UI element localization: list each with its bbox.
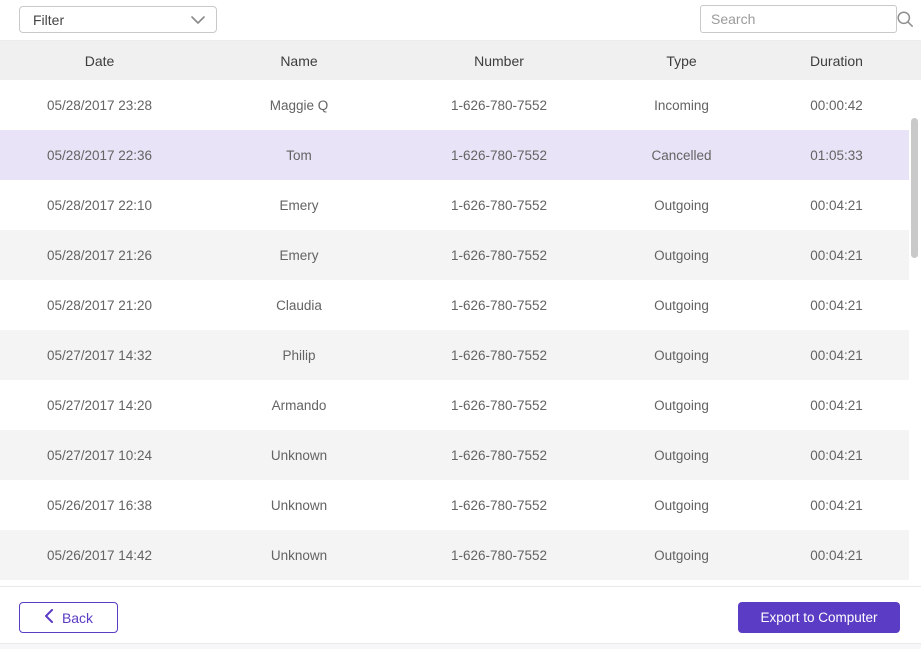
cell-date: 05/28/2017 23:28 bbox=[46, 97, 153, 113]
cell-date: 05/28/2017 21:20 bbox=[46, 297, 153, 313]
cell-duration: 00:04:21 bbox=[810, 297, 863, 313]
table-row[interactable]: 05/27/2017 14:20 Armando 1-626-780-7552 … bbox=[0, 380, 909, 430]
cell-type: Cancelled bbox=[651, 147, 712, 163]
cell-type: Outgoing bbox=[654, 247, 709, 263]
table-row[interactable]: 05/26/2017 16:38 Unknown 1-626-780-7552 … bbox=[0, 480, 909, 530]
column-header-name: Name bbox=[280, 52, 318, 69]
column-header-date: Date bbox=[84, 52, 115, 69]
cell-number: 1-626-780-7552 bbox=[450, 347, 548, 363]
filter-dropdown-label: Filter bbox=[33, 11, 65, 28]
cell-date: 05/26/2017 14:42 bbox=[46, 547, 153, 563]
cell-type: Outgoing bbox=[654, 447, 709, 463]
cell-duration: 00:04:21 bbox=[810, 397, 863, 413]
table-row[interactable]: 05/28/2017 22:36 Tom 1-626-780-7552 Canc… bbox=[0, 130, 909, 180]
search-input[interactable] bbox=[701, 6, 896, 32]
filter-dropdown[interactable]: Filter bbox=[19, 6, 217, 33]
cell-type: Outgoing bbox=[654, 497, 709, 513]
column-header-type: Type bbox=[666, 52, 697, 69]
cell-number: 1-626-780-7552 bbox=[450, 197, 548, 213]
cell-duration: 00:04:21 bbox=[810, 447, 863, 463]
cell-name: Philip bbox=[282, 347, 316, 363]
cell-date: 05/26/2017 16:38 bbox=[46, 497, 153, 513]
cell-type: Outgoing bbox=[654, 547, 709, 563]
cell-name: Unknown bbox=[270, 547, 328, 563]
chevron-left-icon bbox=[44, 609, 53, 626]
cell-number: 1-626-780-7552 bbox=[450, 247, 548, 263]
export-to-computer-button[interactable]: Export to Computer bbox=[738, 602, 900, 633]
back-button-label: Back bbox=[61, 609, 94, 626]
cell-name: Armando bbox=[271, 397, 327, 413]
cell-number: 1-626-780-7552 bbox=[450, 297, 548, 313]
call-log-window: Filter Date Name Number Type Duration 05… bbox=[0, 0, 921, 649]
cell-type: Outgoing bbox=[654, 347, 709, 363]
cell-name: Claudia bbox=[276, 297, 322, 313]
cell-type: Outgoing bbox=[654, 197, 709, 213]
cell-date: 05/28/2017 21:26 bbox=[46, 247, 153, 263]
cell-type: Outgoing bbox=[654, 397, 709, 413]
cell-duration: 00:00:42 bbox=[810, 97, 863, 113]
back-button[interactable]: Back bbox=[19, 602, 118, 633]
table-body: 05/28/2017 23:28 Maggie Q 1-626-780-7552… bbox=[0, 80, 921, 587]
cell-name: Unknown bbox=[270, 497, 328, 513]
cell-date: 05/27/2017 14:20 bbox=[46, 397, 153, 413]
table-row[interactable]: 05/28/2017 21:20 Claudia 1-626-780-7552 … bbox=[0, 280, 909, 330]
cell-date: 05/27/2017 10:24 bbox=[46, 447, 153, 463]
cell-name: Emery bbox=[279, 197, 319, 213]
column-header-number: Number bbox=[474, 52, 524, 69]
table-row[interactable]: 05/28/2017 21:26 Emery 1-626-780-7552 Ou… bbox=[0, 230, 909, 280]
cell-duration: 00:04:21 bbox=[810, 497, 863, 513]
cell-number: 1-626-780-7552 bbox=[450, 97, 548, 113]
window-bottom-edge bbox=[0, 643, 921, 649]
cell-number: 1-626-780-7552 bbox=[450, 147, 548, 163]
cell-duration: 01:05:33 bbox=[810, 147, 863, 163]
cell-duration: 00:04:21 bbox=[810, 347, 863, 363]
search-icon[interactable] bbox=[896, 10, 914, 28]
cell-duration: 00:04:21 bbox=[810, 247, 863, 263]
table-row[interactable]: 05/26/2017 14:42 Unknown 1-626-780-7552 … bbox=[0, 530, 909, 580]
toolbar: Filter bbox=[0, 0, 921, 40]
cell-name: Unknown bbox=[270, 447, 328, 463]
cell-date: 05/27/2017 14:32 bbox=[46, 347, 153, 363]
table-row[interactable]: 05/28/2017 22:10 Emery 1-626-780-7552 Ou… bbox=[0, 180, 909, 230]
cell-number: 1-626-780-7552 bbox=[450, 547, 548, 563]
footer-bar: Back Export to Computer bbox=[0, 587, 921, 643]
table-row[interactable]: 05/27/2017 10:24 Unknown 1-626-780-7552 … bbox=[0, 430, 909, 480]
cell-duration: 00:04:21 bbox=[810, 197, 863, 213]
cell-type: Outgoing bbox=[654, 297, 709, 313]
cell-number: 1-626-780-7552 bbox=[450, 447, 548, 463]
export-button-label: Export to Computer bbox=[760, 610, 878, 625]
cell-name: Tom bbox=[286, 147, 312, 163]
table-row[interactable]: 05/28/2017 23:28 Maggie Q 1-626-780-7552… bbox=[0, 80, 909, 130]
chevron-down-icon bbox=[191, 12, 205, 28]
vertical-scrollbar-thumb[interactable] bbox=[911, 118, 918, 258]
cell-number: 1-626-780-7552 bbox=[450, 497, 548, 513]
table-header: Date Name Number Type Duration bbox=[0, 40, 921, 80]
cell-number: 1-626-780-7552 bbox=[450, 397, 548, 413]
cell-type: Incoming bbox=[654, 97, 709, 113]
cell-name: Emery bbox=[279, 247, 319, 263]
column-header-duration: Duration bbox=[810, 52, 863, 69]
cell-name: Maggie Q bbox=[269, 97, 329, 113]
table-row[interactable]: 05/27/2017 14:32 Philip 1-626-780-7552 O… bbox=[0, 330, 909, 380]
cell-duration: 00:04:21 bbox=[810, 547, 863, 563]
search-box bbox=[700, 5, 913, 33]
cell-date: 05/28/2017 22:10 bbox=[46, 197, 153, 213]
cell-date: 05/28/2017 22:36 bbox=[46, 147, 153, 163]
